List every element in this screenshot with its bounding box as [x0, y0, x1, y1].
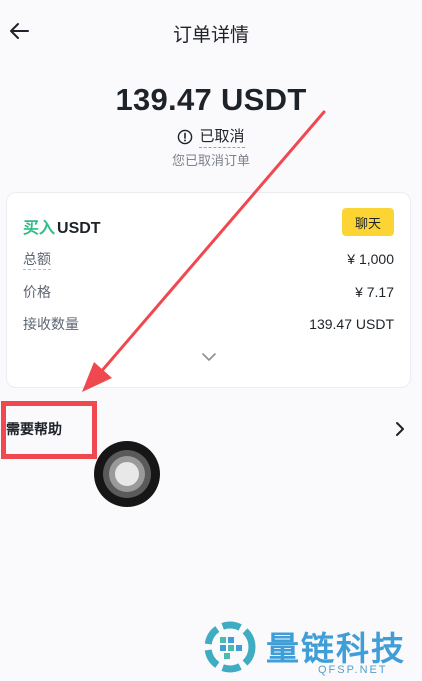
assistive-touch-button[interactable]: [94, 441, 160, 507]
trade-side: 买入: [23, 218, 56, 237]
order-amount: 139.47 USDT: [115, 82, 307, 117]
page-title: 订单详情: [172, 24, 249, 46]
assistive-touch-core: [115, 462, 139, 486]
chevron-down-icon[interactable]: [200, 351, 218, 363]
watermark-logo-icon: [204, 621, 256, 673]
row-price: 价格 ¥ 7.17: [23, 280, 394, 304]
annotation-highlight-box: [1, 401, 97, 459]
trade-heading: 买入 USDT: [23, 214, 101, 238]
status-label: 已取消: [199, 125, 245, 148]
row-label-received: 接收数量: [23, 317, 79, 333]
header-bar: 订单详情: [0, 0, 422, 62]
order-status[interactable]: 已取消: [0, 125, 422, 148]
watermark-name: 量链科技: [266, 629, 406, 668]
watermark-domain: QFSP.NET: [318, 664, 388, 676]
status-note: 您已取消订单: [171, 154, 250, 169]
trade-asset: USDT: [57, 220, 101, 237]
row-label-total[interactable]: 总额: [23, 249, 51, 270]
row-value-price: ¥ 7.17: [355, 284, 394, 300]
watermark: 量链科技 QFSP.NET: [200, 618, 422, 681]
row-received: 接收数量 139.47 USDT: [23, 312, 394, 336]
row-value-total: ¥ 1,000: [347, 251, 394, 267]
chevron-right-icon: [396, 422, 404, 436]
row-total: 总额 ¥ 1,000: [23, 247, 394, 271]
row-value-received: 139.47 USDT: [309, 316, 394, 332]
row-label-price: 价格: [23, 285, 51, 301]
order-card: 买入 USDT 聊天 总额 ¥ 1,000 价格 ¥ 7.17 接收数量 139.…: [6, 192, 411, 388]
info-circle-icon: [178, 129, 193, 144]
chat-button[interactable]: 聊天: [342, 208, 394, 236]
